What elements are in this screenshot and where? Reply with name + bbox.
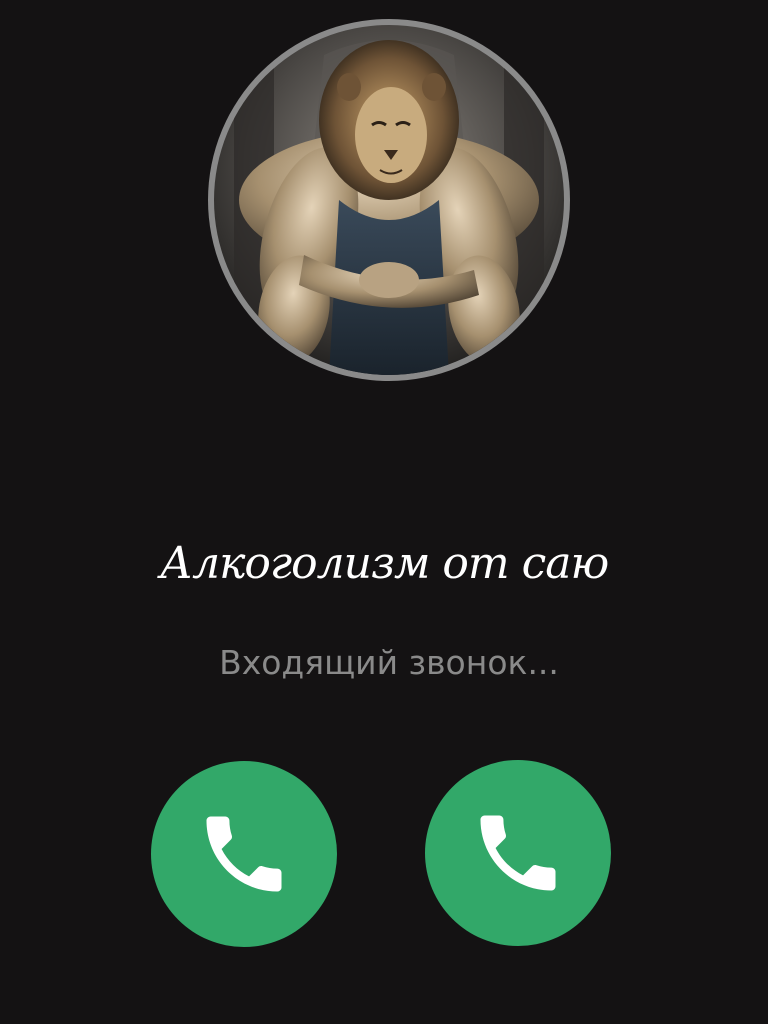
avatar-ring <box>208 19 570 381</box>
incoming-call-screen: Алкоголизм от саю Входящий звонок... <box>0 0 768 1024</box>
phone-icon <box>206 816 282 892</box>
caller-name: Алкоголизм от саю <box>159 538 609 589</box>
call-button-right[interactable] <box>425 760 611 946</box>
lion-bodybuilder-avatar <box>214 25 564 375</box>
phone-icon <box>480 815 556 891</box>
call-button-left[interactable] <box>151 761 337 947</box>
call-status: Входящий звонок... <box>219 643 559 682</box>
avatar <box>214 25 564 375</box>
